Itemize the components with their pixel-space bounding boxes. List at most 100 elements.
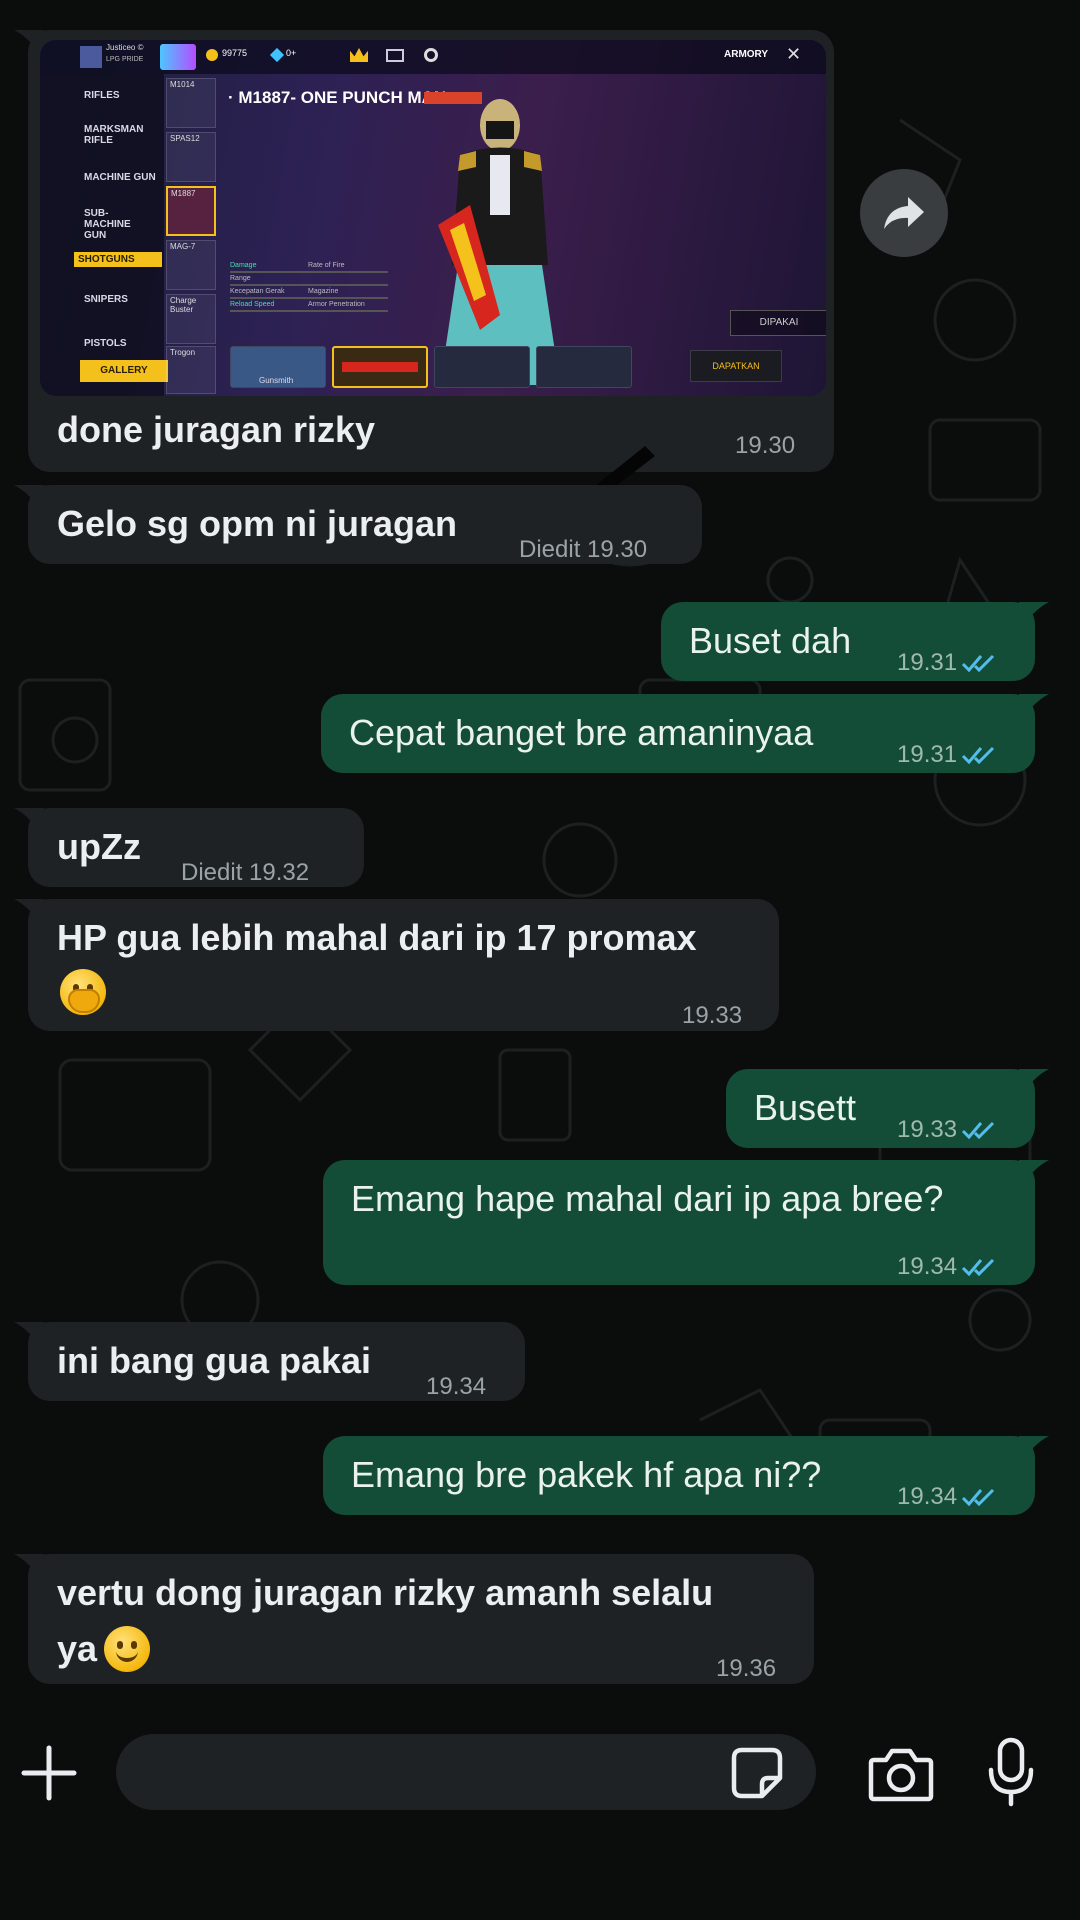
message-meta: 19.36: [716, 1655, 777, 1682]
message-meta: 19.31: [897, 638, 997, 688]
read-receipt-icon: [962, 654, 995, 673]
weapon-title: · M1887- ONE PUNCH MAN: [228, 88, 447, 107]
gallery-button: GALLERY: [80, 360, 168, 382]
message-time: 19.34: [897, 1483, 958, 1510]
message-bubble-outgoing[interactable]: Cepat banget bre amaninyaa 19.31: [321, 694, 1049, 773]
message-text: Gelo sg opm ni juragan: [57, 503, 458, 544]
bubble-tail: [1019, 602, 1049, 632]
player-avatar: [80, 46, 102, 68]
gun-slot-selected: M1887: [166, 186, 216, 236]
coin-icon: [206, 49, 218, 61]
banner-badge: [160, 44, 196, 70]
bubble-tail: [1019, 1436, 1049, 1466]
crown-icon: [350, 48, 368, 62]
coins-count: 99775: [222, 48, 248, 58]
message-meta: 19.33: [682, 1002, 743, 1029]
message-text: Emang bre pakek hf apa ni??: [351, 1454, 822, 1495]
stat-spacer: .: [308, 275, 388, 288]
message-meta: 19.31: [897, 730, 997, 780]
close-icon: ✕: [786, 44, 802, 64]
microphone-icon[interactable]: [986, 1736, 1036, 1808]
bubble-tail: [14, 808, 44, 838]
gun-slot: Trogon: [166, 346, 216, 394]
message-time: 19.31: [897, 741, 958, 768]
read-receipt-icon: [962, 1121, 995, 1140]
message-bubble-outgoing[interactable]: Buset dah 19.31: [661, 602, 1049, 681]
player-tag: LPG PRIDE: [106, 56, 144, 63]
message-meta: 19.34: [426, 1373, 487, 1400]
category-shotguns-selected: SHOTGUNS: [74, 252, 162, 267]
smiling-face-icon: [104, 1626, 150, 1672]
message-time: 19.31: [897, 649, 958, 676]
message-meta: 19.34: [897, 1242, 997, 1292]
skin-card: [434, 346, 530, 388]
gunsmith-label: Gunsmith: [259, 376, 294, 385]
bubble-tail: [14, 485, 44, 515]
skin-card-selected: [332, 346, 428, 388]
category-sub-machine-gun: SUB-MACHINE GUN: [84, 208, 131, 241]
message-text: upZz: [57, 826, 141, 867]
read-receipt-icon: [962, 1488, 995, 1507]
message-text: ini bang gua pakai: [57, 1340, 372, 1381]
game-character: [438, 99, 560, 385]
message-time: 19.33: [897, 1116, 958, 1143]
weapon-stats-right: Rate of Fire . Magazine Armor Penetratio…: [308, 262, 388, 314]
image-message-time: 19.30: [735, 432, 796, 459]
bubble-tail: [14, 1322, 44, 1352]
message-text: HP gua lebih mahal dari ip 17 promax: [57, 917, 697, 958]
sticker-icon[interactable]: [730, 1746, 784, 1800]
read-receipt-icon: [962, 1258, 995, 1277]
category-rifles: RIFLES: [84, 90, 120, 101]
skin-strip: Gunsmith: [230, 346, 710, 390]
bubble-tail: [14, 1554, 44, 1584]
category-machine-gun: MACHINE GUN: [84, 172, 156, 183]
game-screenshot-image[interactable]: Justiceo © LPG PRIDE 99775 0+ ARMORY ✕ R…: [40, 40, 826, 396]
stat-label: Armor Penetration: [308, 301, 388, 314]
category-marksman-rifle: MARKSMAN RIFLE: [84, 124, 144, 146]
category-pistols: PISTOLS: [84, 338, 127, 349]
face-with-hand-over-mouth-icon: [60, 969, 106, 1015]
get-button: DAPATKAN: [690, 350, 782, 382]
diamonds-count: 0+: [286, 48, 297, 58]
message-meta: Diedit 19.32: [181, 859, 310, 886]
message-meta: 19.34: [897, 1472, 997, 1522]
message-bubble-incoming[interactable]: ini bang gua pakai 19.34: [14, 1322, 525, 1401]
message-meta: 19.33: [897, 1105, 997, 1155]
image-caption: done juragan rizky: [57, 409, 376, 450]
message-bubble-outgoing[interactable]: Emang bre pakek hf apa ni?? 19.34: [323, 1436, 1049, 1515]
message-input[interactable]: [116, 1734, 816, 1810]
message-time: 19.34: [897, 1253, 958, 1280]
message-text-line2: ya: [57, 1628, 98, 1669]
bubble-tail: [1019, 1160, 1049, 1190]
message-meta: Diedit 19.30: [519, 536, 648, 563]
gun-slot: MAG-7: [166, 240, 216, 290]
message-bubble-outgoing[interactable]: Busett 19.33: [726, 1069, 1049, 1148]
skin-gun-shape: [342, 362, 418, 372]
settings-icon: [424, 48, 438, 62]
bubble-tail: [14, 899, 44, 929]
game-top-bar: Justiceo © LPG PRIDE 99775 0+ ARMORY ✕: [40, 40, 826, 74]
skin-card: [536, 346, 632, 388]
bubble-tail: [1019, 694, 1049, 724]
camera-icon[interactable]: [868, 1746, 934, 1802]
message-text: Cepat banget bre amaninyaa: [349, 712, 814, 753]
gun-slot: SPAS12: [166, 132, 216, 182]
bubble-tail: [1019, 1069, 1049, 1099]
message-text: vertu dong juragan rizky amanh selalu: [57, 1572, 714, 1613]
plus-icon[interactable]: [20, 1744, 78, 1802]
message-bubble-incoming[interactable]: vertu dong juragan rizky amanh selalu ya…: [14, 1554, 814, 1684]
message-bubble-incoming[interactable]: Gelo sg opm ni juragan Diedit 19.30: [14, 485, 702, 564]
skin-card: Gunsmith: [230, 346, 326, 388]
category-snipers: SNIPERS: [84, 294, 128, 305]
stat-label: Rate of Fire: [308, 262, 388, 275]
message-bubble-outgoing[interactable]: Emang hape mahal dari ip apa bree? 19.34: [323, 1160, 1049, 1285]
message-text: Busett: [754, 1087, 857, 1128]
message-bubble-incoming[interactable]: upZz Diedit 19.32: [14, 808, 364, 887]
gun-slot: M1014: [166, 78, 216, 128]
message-bubble-incoming[interactable]: HP gua lebih mahal dari ip 17 promax 19.…: [14, 899, 779, 1031]
forward-icon: [884, 197, 924, 229]
message-text: Buset dah: [689, 620, 852, 661]
forward-button[interactable]: [860, 169, 948, 257]
player-name: Justiceo ©: [106, 43, 144, 52]
diamond-icon: [269, 47, 285, 63]
